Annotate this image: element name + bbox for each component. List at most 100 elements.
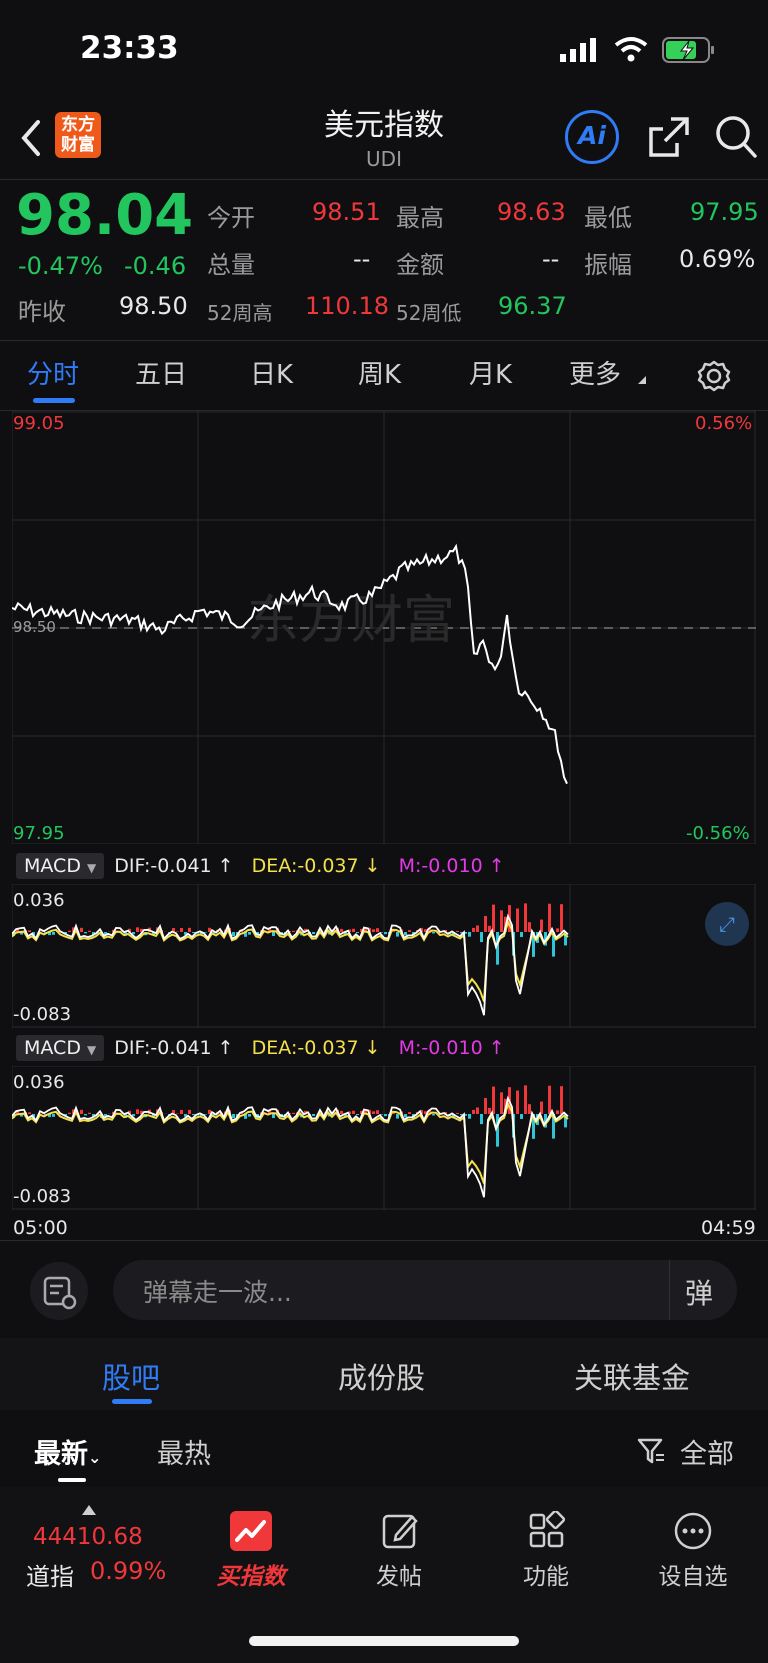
nav-buy-index[interactable]: 买指数 — [191, 1557, 311, 1591]
high-label: 最高 — [396, 204, 444, 232]
macd-chart[interactable] — [12, 884, 756, 1028]
macd-bar — [556, 1110, 559, 1114]
chart-top-price: 99.05 — [13, 413, 65, 434]
nav-functions[interactable]: 功能 — [486, 1557, 606, 1591]
dif-value: DIF:-0.041 ↑ — [114, 855, 234, 877]
filter-all[interactable]: 全部 — [680, 1432, 734, 1471]
amount-value: -- — [542, 245, 560, 273]
macd-bar — [404, 1114, 407, 1118]
low-value: 97.95 — [690, 198, 759, 226]
macd-top-label: 0.036 — [13, 1072, 65, 1093]
macd-bar — [500, 1092, 503, 1114]
open-label: 今开 — [207, 204, 255, 232]
macd-bar — [352, 1110, 355, 1114]
week52-high-value: 110.18 — [305, 292, 389, 320]
macd-bar — [376, 1110, 379, 1114]
volume-value: -- — [353, 245, 371, 273]
m-value: M:-0.010 ↑ — [398, 855, 505, 877]
tab-day-k[interactable]: 日K — [250, 354, 293, 391]
macd-bar — [192, 1114, 195, 1116]
macd-bar — [248, 932, 251, 935]
battery-icon — [662, 37, 714, 63]
macd-bar — [484, 915, 487, 932]
macd-bar — [472, 1109, 475, 1114]
macd-bar — [84, 1114, 87, 1116]
gear-icon[interactable] — [697, 359, 731, 393]
macd-bar — [396, 932, 399, 937]
open-value: 98.51 — [312, 198, 381, 226]
divider — [0, 179, 768, 180]
search-icon[interactable] — [714, 114, 758, 160]
dow-index-value[interactable]: 44410.68 — [33, 1524, 143, 1550]
macd-bar — [488, 1107, 491, 1114]
macd-header: MACD ▼ DIF:-0.041 ↑ DEA:-0.037 ↓ M:-0.01… — [16, 851, 505, 881]
macd-bar — [492, 904, 495, 932]
barrage-input[interactable]: 弹幕走一波... 弹 — [113, 1260, 737, 1320]
barrage-toggle[interactable] — [30, 1262, 88, 1320]
tab-month-k[interactable]: 月K — [469, 354, 512, 391]
low-label: 最低 — [584, 204, 632, 232]
macd-bar — [232, 932, 235, 937]
indicator-selector[interactable]: MACD ▼ — [16, 853, 105, 879]
chart-baseline-price: 98.50 — [13, 618, 56, 636]
nav-post[interactable]: 发帖 — [339, 1557, 459, 1591]
macd-bar — [248, 1114, 251, 1117]
ai-button[interactable]: Ai — [565, 110, 619, 164]
macd-top-label: 0.036 — [13, 890, 65, 911]
macd-bar — [432, 932, 435, 934]
price-change: -0.46 — [124, 252, 187, 280]
macd-bar — [88, 1112, 91, 1114]
macd-bar — [188, 1109, 191, 1114]
macd-bar — [272, 932, 275, 937]
macd-bar — [312, 932, 315, 935]
macd-bar — [88, 930, 91, 932]
macd-bar — [456, 1112, 459, 1114]
tab-related-funds[interactable]: 关联基金 — [574, 1355, 690, 1397]
tab-guba[interactable]: 股吧 — [102, 1355, 160, 1397]
expand-icon[interactable]: ⤢ — [705, 902, 749, 946]
macd-bar — [68, 930, 71, 932]
home-indicator — [249, 1636, 519, 1646]
macd-bar — [136, 927, 139, 932]
barrage-placeholder: 弹幕走一波... — [143, 1278, 292, 1307]
macd-chart[interactable] — [12, 1066, 756, 1210]
macd-bar — [292, 930, 295, 932]
macd-bar — [432, 1114, 435, 1116]
subtab-indicator — [112, 1399, 152, 1404]
high-value: 98.63 — [497, 198, 566, 226]
macd-bar — [28, 1112, 31, 1114]
sort-indicator — [58, 1478, 86, 1482]
macd-bar — [540, 919, 543, 932]
macd-bar — [292, 1112, 295, 1114]
macd-bar — [84, 932, 87, 934]
share-icon[interactable] — [647, 115, 691, 159]
tab-constituents[interactable]: 成份股 — [338, 1355, 425, 1397]
macd-bar — [356, 1114, 359, 1115]
sort-latest[interactable]: 最新⌄ — [34, 1432, 101, 1471]
macd-bar — [28, 930, 31, 932]
macd-bar — [484, 1097, 487, 1114]
chart-bottom-pct: -0.56% — [686, 823, 750, 844]
amount-label: 金额 — [396, 251, 444, 279]
macd-bar — [80, 927, 83, 932]
volume-label: 总量 — [207, 251, 255, 279]
time-axis-end: 04:59 — [701, 1217, 756, 1239]
macd-bar — [488, 925, 491, 932]
filter-icon[interactable] — [636, 1436, 666, 1466]
macd-bar — [496, 1114, 499, 1147]
tab-intraday[interactable]: 分时 — [27, 354, 79, 391]
macd-bar — [340, 928, 343, 932]
macd-bar — [232, 1114, 235, 1119]
nav-watchlist[interactable]: 设自选 — [633, 1557, 753, 1591]
status-bar: 23:33 — [0, 0, 768, 100]
indicator-selector[interactable]: MACD ▼ — [16, 1035, 105, 1061]
barrage-send-button[interactable]: 弹 — [685, 1272, 713, 1312]
chart-top-pct: 0.56% — [695, 413, 753, 434]
intraday-chart[interactable]: 东方财富 — [12, 410, 756, 844]
prev-close-label: 昨收 — [18, 298, 66, 326]
tab-week-k[interactable]: 周K — [358, 354, 401, 391]
tab-more[interactable]: 更多 — [569, 354, 621, 391]
sort-hot[interactable]: 最热 — [157, 1432, 211, 1471]
tab-five-day[interactable]: 五日 — [135, 354, 187, 391]
week52-low-value: 96.37 — [498, 292, 567, 320]
